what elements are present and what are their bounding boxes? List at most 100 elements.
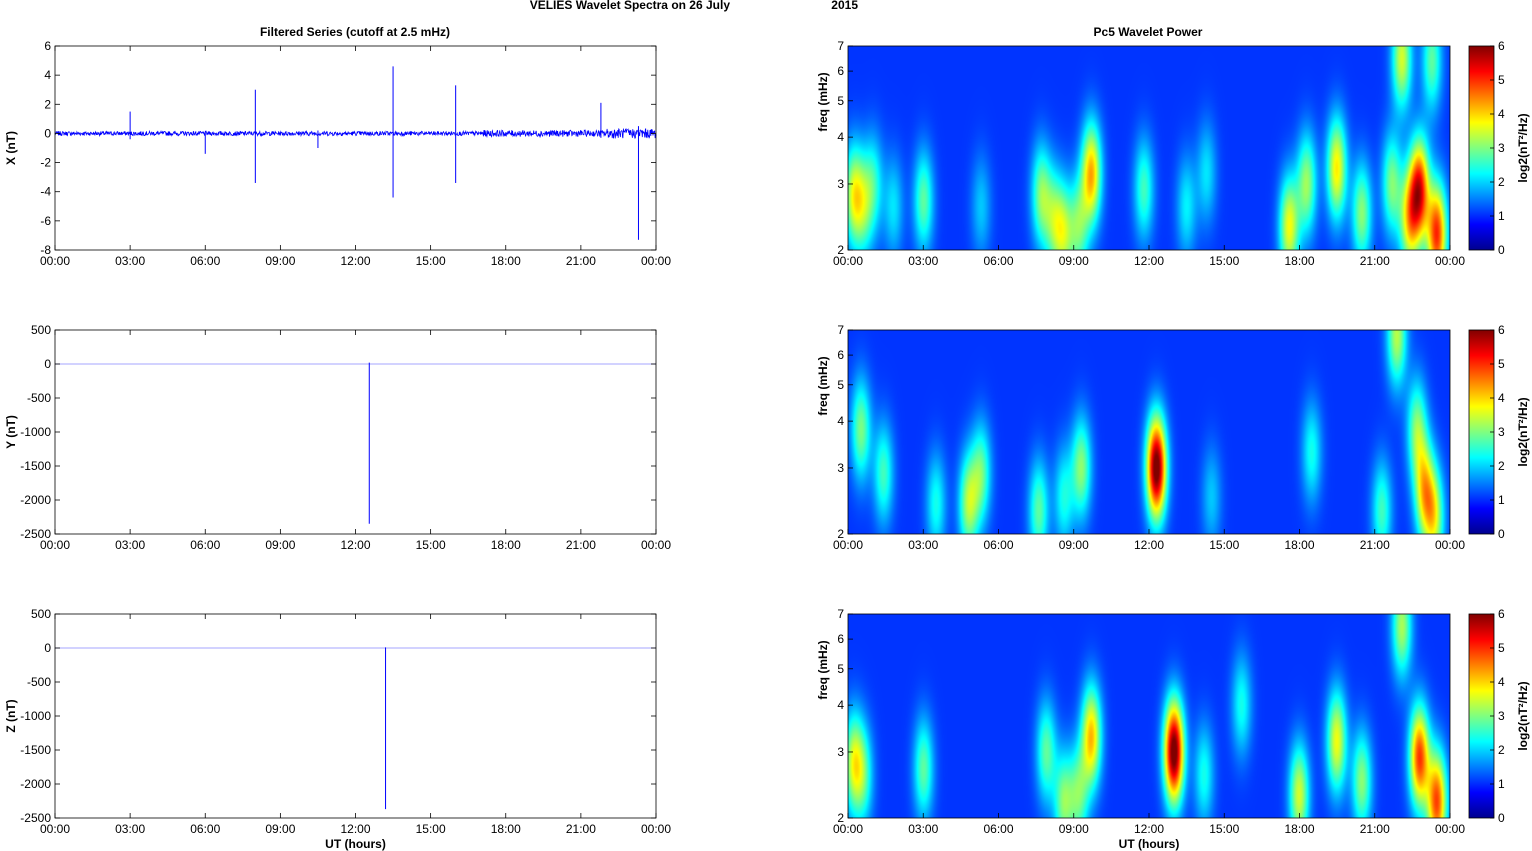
colorbar-tick-label: 4	[1498, 391, 1505, 405]
y-tick-label: 7	[837, 39, 844, 53]
x-tick-label: 21:00	[566, 538, 596, 552]
x-tick-label: 00:00	[1435, 538, 1465, 552]
x-tick-label: 00:00	[641, 538, 671, 552]
x-tick-label: 18:00	[1284, 538, 1314, 552]
heatmap-image	[848, 46, 1450, 250]
colorbar-tick-label: 5	[1498, 357, 1505, 371]
colorbar-tick-label: 6	[1498, 323, 1505, 337]
x-tick-label: 21:00	[566, 822, 596, 836]
y-tick-label: 0	[44, 126, 51, 140]
x-tick-label: 06:00	[190, 538, 220, 552]
y-tick-label: 0	[44, 641, 51, 655]
y-axis-label: X (nT)	[4, 131, 18, 165]
x-tick-label: 09:00	[265, 822, 295, 836]
x-tick-label: 12:00	[340, 538, 370, 552]
x-axis-label: UT (hours)	[1119, 837, 1180, 851]
x-tick-label: 00:00	[833, 538, 863, 552]
x-tick-label: 21:00	[1360, 822, 1390, 836]
x-tick-label: 18:00	[491, 254, 521, 268]
x-tick-label: 18:00	[1284, 254, 1314, 268]
y-tick-label: -500	[27, 391, 51, 405]
x-tick-label: 00:00	[40, 538, 70, 552]
figure-title: VELIES Wavelet Spectra on 26 July	[530, 0, 731, 12]
y-tick-label: 500	[31, 607, 51, 621]
heatmap-image	[848, 614, 1450, 818]
y-axis-label: freq (mHz)	[816, 72, 830, 131]
y-tick-label: 3	[837, 745, 844, 759]
y-tick-label: 4	[837, 414, 844, 428]
colorbar-tick-label: 1	[1498, 209, 1505, 223]
x-tick-label: 15:00	[416, 254, 446, 268]
y-tick-label: -2000	[20, 777, 51, 791]
x-tick-label: 03:00	[908, 538, 938, 552]
x-tick-label: 00:00	[833, 822, 863, 836]
y-tick-label: 5	[837, 378, 844, 392]
y-tick-label: 0	[44, 357, 51, 371]
x-tick-label: 06:00	[190, 254, 220, 268]
y-tick-label: -2	[40, 156, 51, 170]
y-tick-label: -4	[40, 185, 51, 199]
heatmap-panel-x-power: 2 3 4 5 6 7 00:00 03:00 06:00 09:00 12:00 15:00 18:0…	[816, 39, 1530, 268]
colorbar-label: log2(nT²/Hz)	[1516, 113, 1530, 182]
y-tick-label: 4	[44, 68, 51, 82]
x-tick-label: 00:00	[40, 822, 70, 836]
y-tick-label: 7	[837, 607, 844, 621]
heatmap-canvas	[848, 330, 1450, 534]
x-tick-label: 03:00	[908, 254, 938, 268]
colorbar-tick-label: 3	[1498, 425, 1505, 439]
figure-title-year: 2015	[831, 0, 858, 12]
y-tick-label: 6	[837, 64, 844, 78]
y-tick-label: 3	[837, 461, 844, 475]
y-axis-label: Y (nT)	[4, 415, 18, 449]
x-tick-label: 00:00	[641, 254, 671, 268]
x-tick-label: 15:00	[1209, 254, 1239, 268]
y-tick-label: 2	[44, 97, 51, 111]
colorbar-tick-label: 3	[1498, 709, 1505, 723]
x-tick-label: 15:00	[416, 822, 446, 836]
x-tick-label: 09:00	[1059, 254, 1089, 268]
y-tick-label: -2000	[20, 493, 51, 507]
heatmap-canvas	[848, 614, 1450, 818]
y-tick-label: 6	[837, 348, 844, 362]
figure-canvas: VELIES Wavelet Spectra on 26 July 2015 F…	[4, 0, 1530, 851]
y-axis-label: freq (mHz)	[816, 640, 830, 699]
heatmap-canvas	[848, 46, 1450, 250]
y-tick-label: 6	[44, 39, 51, 53]
y-tick-label: 5	[837, 94, 844, 108]
y-tick-label: -1500	[20, 459, 51, 473]
x-tick-label: 00:00	[1435, 254, 1465, 268]
x-tick-label: 09:00	[265, 538, 295, 552]
y-tick-label: 3	[837, 177, 844, 191]
x-tick-label: 06:00	[983, 254, 1013, 268]
left-column-title: Filtered Series (cutoff at 2.5 mHz)	[260, 25, 450, 39]
x-tick-label: 21:00	[566, 254, 596, 268]
y-tick-label: 4	[837, 130, 844, 144]
x-tick-label: 09:00	[1059, 538, 1089, 552]
x-tick-label: 06:00	[983, 538, 1013, 552]
y-tick-label: -6	[40, 214, 51, 228]
colorbar-tick-label: 4	[1498, 675, 1505, 689]
x-tick-label: 18:00	[491, 538, 521, 552]
x-tick-label: 09:00	[1059, 822, 1089, 836]
colorbar-tick-label: 5	[1498, 73, 1505, 87]
x-tick-label: 21:00	[1360, 254, 1390, 268]
colorbar-label: log2(nT²/Hz)	[1516, 681, 1530, 750]
colorbar-tick-label: 1	[1498, 493, 1505, 507]
plot-area	[55, 614, 656, 818]
plot-area	[55, 46, 656, 250]
x-tick-label: 06:00	[190, 822, 220, 836]
x-tick-label: 21:00	[1360, 538, 1390, 552]
x-tick-label: 12:00	[1134, 538, 1164, 552]
colorbar: 0 1 2 3 4 5 6 log2(nT²/Hz)	[1468, 323, 1530, 541]
x-tick-label: 12:00	[1134, 822, 1164, 836]
line-panel-z-series: -2500-2000-1500-1000-500050000:00 03:00 06…	[4, 607, 671, 851]
colorbar-tick-label: 2	[1498, 175, 1505, 189]
colorbar: 0 1 2 3 4 5 6 log2(nT²/Hz)	[1468, 39, 1530, 257]
heatmap-panel-y-power: 2 3 4 5 6 7 00:00 03:00 06:00 09:00 12:00 15:00 18:0…	[816, 323, 1530, 552]
x-tick-label: 03:00	[115, 538, 145, 552]
heatmap-panel-z-power: 2 3 4 5 6 7 00:00 03:00 06:00 09:00 12:00 15:00 18:0…	[816, 607, 1530, 851]
line-panel-x-series: -8-6-4-2024600:00 03:00 06:00 09:00 12:00 15:…	[4, 39, 671, 268]
y-tick-label: -500	[27, 675, 51, 689]
x-tick-label: 00:00	[641, 822, 671, 836]
right-column-title: Pc5 Wavelet Power	[1094, 25, 1203, 39]
